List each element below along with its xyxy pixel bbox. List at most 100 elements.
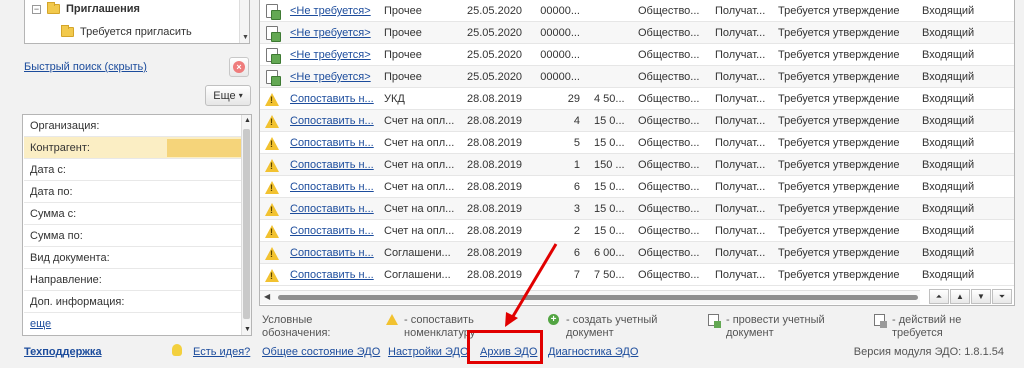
recipient-cell: Получат... xyxy=(715,71,766,83)
action-cell[interactable]: Сопоставить н... xyxy=(290,220,378,242)
more-button[interactable]: Еще ▾ xyxy=(205,85,251,106)
filter-counterparty[interactable]: Контрагент: xyxy=(24,137,242,159)
action-cell[interactable]: Сопоставить н... xyxy=(290,198,378,220)
type-cell: Прочее xyxy=(384,71,422,83)
action-cell[interactable]: <Не требуется> xyxy=(290,44,378,66)
organization-cell: Общество... xyxy=(638,93,700,105)
recipient-cell: Получат... xyxy=(715,269,766,281)
filter-organization[interactable]: Организация: xyxy=(24,115,242,137)
table-row[interactable]: Сопоставить н... Счет на опл... 28.08.2019… xyxy=(260,154,1014,176)
prev-page-button[interactable]: ▲ xyxy=(950,289,970,304)
table-row[interactable]: Сопоставить н... Счет на опл... 28.08.2019… xyxy=(260,132,1014,154)
direction-cell: Входящий xyxy=(922,203,975,215)
action-cell[interactable]: Сопоставить н... xyxy=(290,242,378,264)
status-cell: Требуется утверждение xyxy=(778,225,900,237)
type-cell: УКД xyxy=(384,93,405,105)
filter-date-from[interactable]: Дата с: xyxy=(24,159,242,181)
edo-state-link[interactable]: Общее состояние ЭДО xyxy=(262,346,380,358)
tree-panel: − Приглашения Требуется пригласить ▼ xyxy=(24,0,250,44)
status-cell: Требуется утверждение xyxy=(778,49,900,61)
direction-cell: Входящий xyxy=(922,225,975,237)
date-cell: 28.08.2019 xyxy=(467,269,523,281)
filter-sum-to[interactable]: Сумма по: xyxy=(24,225,242,247)
support-link[interactable]: Техподдержка xyxy=(24,346,102,358)
direction-cell: Входящий xyxy=(922,159,975,171)
action-cell[interactable]: Сопоставить н... xyxy=(290,264,378,286)
filter-extra-info[interactable]: Доп. информация: xyxy=(24,291,242,313)
table-row[interactable]: <Не требуется> Прочее 25.05.2020 00000... Об… xyxy=(260,66,1014,88)
filter-doc-type[interactable]: Вид документа: xyxy=(24,247,242,269)
edo-diagnostics-link[interactable]: Диагностика ЭДО xyxy=(548,346,638,358)
action-cell[interactable]: Сопоставить н... xyxy=(290,110,378,132)
action-cell[interactable]: <Не требуется> xyxy=(290,66,378,88)
action-cell[interactable]: Сопоставить н... xyxy=(290,88,378,110)
filter-scrollbar[interactable]: ▲ ▼ xyxy=(241,115,251,335)
doc-grey-icon xyxy=(874,314,887,328)
filter-label: Сумма по: xyxy=(30,229,83,242)
last-page-button[interactable]: ⏷ xyxy=(992,289,1012,304)
edo-settings-link[interactable]: Настройки ЭДО xyxy=(388,346,469,358)
sum-cell xyxy=(594,44,634,66)
table-row[interactable]: <Не требуется> Прочее 25.05.2020 00000... Об… xyxy=(260,0,1014,22)
clear-filter-button[interactable]: × xyxy=(229,57,249,77)
number-cell: 5 xyxy=(573,137,580,149)
sum-cell xyxy=(594,66,634,88)
module-version: Версия модуля ЭДО: 1.8.1.54 xyxy=(853,346,1004,358)
legend-title: Условные обозначения: xyxy=(262,314,331,339)
collapse-icon[interactable]: − xyxy=(32,4,41,14)
dropdown-arrow-icon: ▾ xyxy=(238,91,243,100)
tree-scrollbar[interactable]: ▼ xyxy=(239,0,249,43)
direction-cell: Входящий xyxy=(922,71,975,83)
table-row[interactable]: Сопоставить н... Счет на опл... 28.08.2019… xyxy=(260,176,1014,198)
organization-cell: Общество... xyxy=(638,159,700,171)
table-row[interactable]: Сопоставить н... Счет на опл... 28.08.2019… xyxy=(260,198,1014,220)
recipient-cell: Получат... xyxy=(715,115,766,127)
table-nav-buttons: ⏶ ▲ ▼ ⏷ xyxy=(929,289,1012,304)
legend-item: - провести учетный документ xyxy=(726,314,825,339)
filter-label: Организация: xyxy=(30,119,100,132)
next-page-button[interactable]: ▼ xyxy=(971,289,991,304)
action-cell[interactable]: Сопоставить н... xyxy=(290,154,378,176)
tree-item-to-invite[interactable]: Требуется пригласить xyxy=(61,24,192,40)
table-row[interactable]: Сопоставить н... Счет на опл... 28.08.2019… xyxy=(260,110,1014,132)
number-cell: 00000... xyxy=(540,71,580,83)
filter-date-to[interactable]: Дата по: xyxy=(24,181,242,203)
doc-green-icon xyxy=(266,48,281,64)
recipient-cell: Получат... xyxy=(715,27,766,39)
filter-value-field[interactable] xyxy=(167,139,241,157)
table-row[interactable]: Сопоставить н... Соглашени... 28.08.2019 6 6… xyxy=(260,242,1014,264)
direction-cell: Входящий xyxy=(922,247,975,259)
filter-more-link[interactable]: еще xyxy=(30,318,51,330)
highlight-box xyxy=(467,330,543,364)
action-cell[interactable]: Сопоставить н... xyxy=(290,132,378,154)
clear-icon: × xyxy=(233,61,245,73)
action-cell[interactable]: <Не требуется> xyxy=(290,0,378,22)
table-row[interactable]: Сопоставить н... Счет на опл... 28.08.2019… xyxy=(260,220,1014,242)
table-row[interactable]: Сопоставить н... УКД 28.08.2019 29 4 50... Об… xyxy=(260,88,1014,110)
status-cell: Требуется утверждение xyxy=(778,93,900,105)
number-cell: 6 xyxy=(573,181,580,193)
first-page-button[interactable]: ⏶ xyxy=(929,289,949,304)
sum-cell xyxy=(594,0,634,22)
filter-sum-from[interactable]: Сумма с: xyxy=(24,203,242,225)
action-cell[interactable]: Сопоставить н... xyxy=(290,176,378,198)
action-cell[interactable]: <Не требуется> xyxy=(290,22,378,44)
warning-icon xyxy=(265,181,279,194)
documents-table: ◀ ⏶ ▲ ▼ ⏷ <Не требуется> Прочее 25.05.2020… xyxy=(259,0,1015,306)
doc-green-icon xyxy=(266,26,281,42)
table-row[interactable]: Сопоставить н... Соглашени... 28.08.2019 7 7… xyxy=(260,264,1014,286)
idea-link[interactable]: Есть идея? xyxy=(193,346,250,358)
warning-icon xyxy=(386,314,398,325)
date-cell: 28.08.2019 xyxy=(467,203,523,215)
recipient-cell: Получат... xyxy=(715,5,766,17)
direction-cell: Входящий xyxy=(922,269,975,281)
warning-icon xyxy=(265,247,279,260)
table-row[interactable]: <Не требуется> Прочее 25.05.2020 00000... Об… xyxy=(260,22,1014,44)
type-cell: Счет на опл... xyxy=(384,115,455,127)
filter-direction[interactable]: Направление: xyxy=(24,269,242,291)
warning-icon xyxy=(265,93,279,106)
table-row[interactable]: <Не требуется> Прочее 25.05.2020 00000... Об… xyxy=(260,44,1014,66)
tree-item-invitations[interactable]: − Приглашения xyxy=(32,1,140,17)
table-horizontal-scrollbar[interactable]: ◀ xyxy=(260,290,920,304)
quick-search-toggle-link[interactable]: Быстрый поиск (скрыть) xyxy=(24,61,147,73)
